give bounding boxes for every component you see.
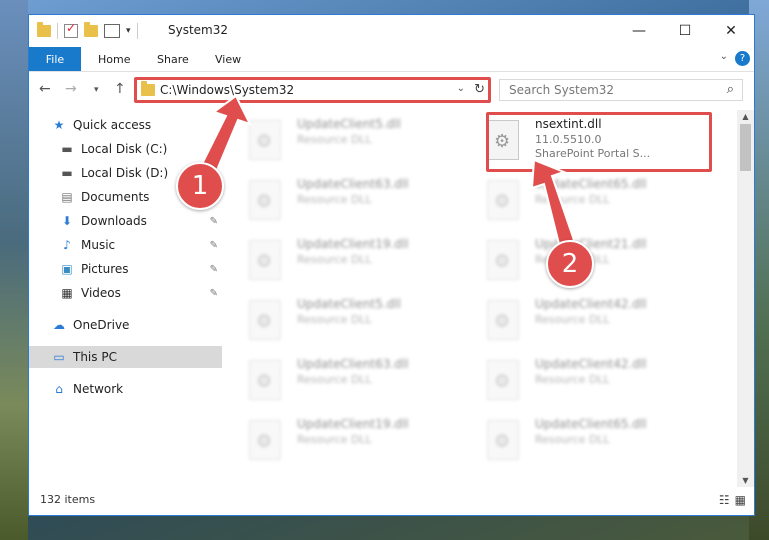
callout-badge-1: 1: [176, 162, 224, 210]
callout-badge-2: 2: [546, 240, 594, 288]
callout-arrow-2: [530, 158, 576, 250]
callout-arrows: [194, 94, 576, 250]
